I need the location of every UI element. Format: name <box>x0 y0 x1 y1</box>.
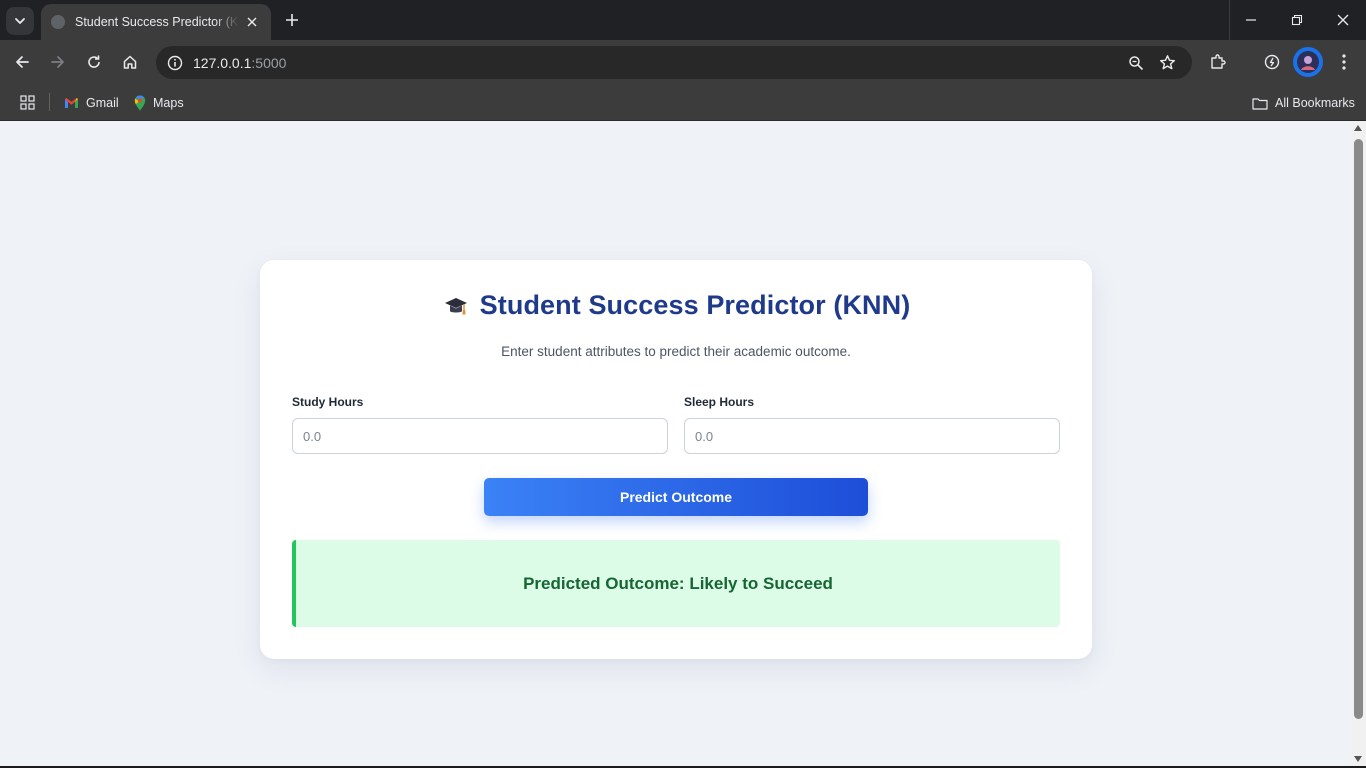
predictor-card: Student Success Predictor (KNN) Enter st… <box>260 260 1092 659</box>
arrow-right-icon <box>51 56 64 68</box>
study-hours-input[interactable] <box>292 418 668 454</box>
minimize-icon <box>1246 19 1256 21</box>
bookmark-star-button[interactable] <box>1155 50 1180 75</box>
graduation-cap-icon <box>444 297 467 314</box>
puzzle-icon <box>1211 54 1226 69</box>
new-tab-button[interactable] <box>280 8 304 32</box>
tab-bar: Student Success Predictor (KNN) <box>0 0 1366 40</box>
prediction-result: Predicted Outcome: Likely to Succeed <box>292 540 1060 627</box>
tab-search-button[interactable] <box>6 7 34 35</box>
page-viewport: Student Success Predictor (KNN) Enter st… <box>0 121 1351 766</box>
arrow-left-icon <box>16 56 29 68</box>
home-icon <box>123 55 137 69</box>
zoom-icon <box>1128 55 1143 70</box>
predict-outcome-button[interactable]: Predict Outcome <box>484 478 868 516</box>
home-button[interactable] <box>116 48 144 76</box>
folder-icon <box>1252 97 1268 110</box>
bookmarks-divider <box>49 93 50 111</box>
apps-button[interactable] <box>16 91 38 113</box>
close-icon <box>1337 14 1349 26</box>
forward-button[interactable] <box>44 48 72 76</box>
page-title: Student Success Predictor (KNN) <box>479 290 911 320</box>
chevron-down-icon <box>15 18 25 24</box>
address-bar[interactable]: 127.0.0.1:5000 <box>156 46 1192 79</box>
close-icon <box>247 17 257 27</box>
minimize-button[interactable] <box>1228 0 1274 40</box>
page-subtitle: Enter student attributes to predict thei… <box>501 344 851 359</box>
profile-avatar[interactable] <box>1293 47 1323 77</box>
title-row: Student Success Predictor (KNN) <box>260 290 1092 321</box>
apps-grid-icon <box>19 94 35 110</box>
all-bookmarks-button[interactable]: All Bookmarks <box>1252 91 1355 115</box>
restore-button[interactable] <box>1274 0 1320 40</box>
reload-icon <box>88 55 100 68</box>
bookmarks-bar: Gmail Maps All Bookmarks <box>0 85 1366 121</box>
scroll-down-arrow-icon[interactable] <box>1354 756 1362 762</box>
restore-icon <box>1291 14 1303 26</box>
bookmark-label: Maps <box>153 96 184 110</box>
page-scrollbar[interactable] <box>1351 121 1366 766</box>
browser-tab[interactable]: Student Success Predictor (KNN) <box>41 4 271 40</box>
reload-button[interactable] <box>80 48 108 76</box>
bookmark-label: Gmail <box>86 96 119 110</box>
sleep-hours-input[interactable] <box>684 418 1060 454</box>
scroll-up-arrow-icon[interactable] <box>1354 125 1362 131</box>
extensions-button[interactable] <box>1204 48 1232 76</box>
speedometer-icon <box>1264 54 1280 70</box>
browser-menu-button[interactable] <box>1330 48 1358 76</box>
back-button[interactable] <box>8 48 36 76</box>
plus-icon <box>286 14 298 26</box>
close-window-button[interactable] <box>1320 0 1366 40</box>
more-vertical-icon <box>1342 54 1346 70</box>
info-icon <box>167 55 182 70</box>
prediction-result-text: Predicted Outcome: Likely to Succeed <box>523 573 833 593</box>
gmail-icon <box>65 98 78 108</box>
bookmark-gmail[interactable]: Gmail <box>64 91 119 115</box>
sleep-hours-label: Sleep Hours <box>684 395 755 409</box>
tab-close-button[interactable] <box>243 13 261 31</box>
url-host: 127.0.0.1 <box>193 55 252 71</box>
star-icon <box>1160 55 1175 70</box>
url-text: 127.0.0.1:5000 <box>193 55 286 71</box>
maps-icon <box>134 95 146 111</box>
bookmark-maps[interactable]: Maps <box>134 91 184 115</box>
site-info-button[interactable] <box>162 50 187 75</box>
zoom-button[interactable] <box>1123 50 1148 75</box>
study-hours-label: Study Hours <box>292 395 364 409</box>
globe-icon <box>51 15 65 29</box>
url-port: :5000 <box>251 55 287 71</box>
scrollbar-thumb[interactable] <box>1354 139 1363 719</box>
performance-button[interactable] <box>1258 48 1286 76</box>
tab-title: Student Success Predictor (KNN) <box>75 15 239 29</box>
all-bookmarks-label: All Bookmarks <box>1275 96 1355 110</box>
avatar <box>1297 51 1319 73</box>
